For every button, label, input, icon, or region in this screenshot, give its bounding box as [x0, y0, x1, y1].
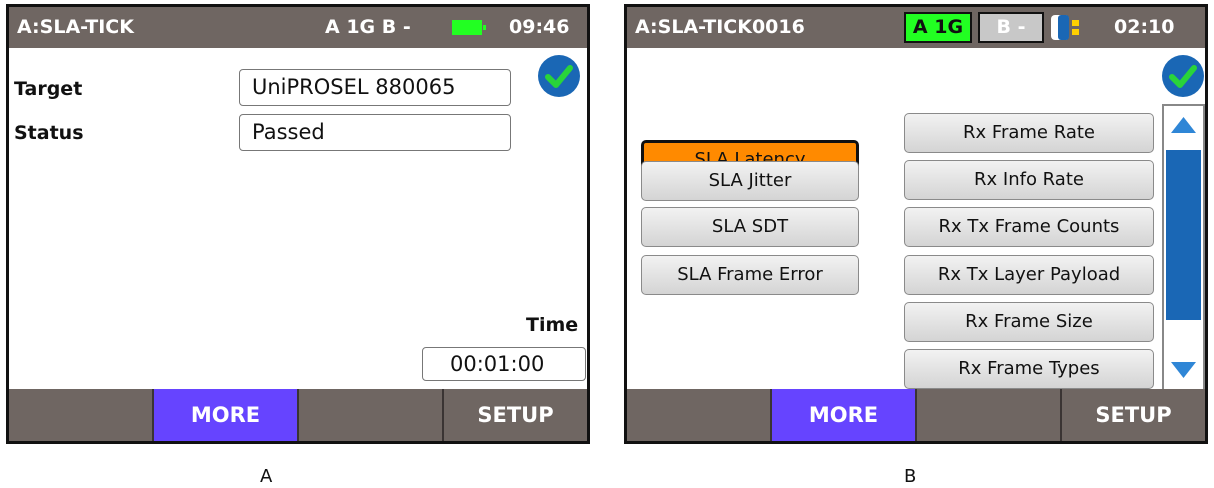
rx-frame-types-button[interactable]: Rx Frame Types — [904, 349, 1154, 389]
scrollbar[interactable] — [1162, 104, 1205, 391]
target-label: Target — [14, 78, 83, 100]
scroll-up-arrow-icon[interactable] — [1166, 110, 1201, 140]
port-b-badge: B - — [978, 12, 1044, 43]
setup-button[interactable]: SETUP — [444, 389, 587, 441]
time-label: Time — [526, 314, 579, 336]
title-bar: A:SLA-TICK0016 A 1G B - 02:10 — [627, 7, 1205, 48]
sfp-icon — [1050, 12, 1082, 43]
sla-jitter-button[interactable]: SLA Jitter — [641, 161, 859, 201]
port-status: A 1G B - — [325, 16, 411, 38]
port-a-badge: A 1G — [904, 12, 972, 43]
scroll-thumb[interactable] — [1166, 150, 1201, 320]
target-field[interactable]: UniPROSEL 880065 — [239, 69, 511, 106]
sla-sdt-button[interactable]: SLA SDT — [641, 207, 859, 247]
rx-frame-rate-button[interactable]: Rx Frame Rate — [904, 113, 1154, 153]
rx-frame-size-button[interactable]: Rx Frame Size — [904, 302, 1154, 342]
rx-info-rate-button[interactable]: Rx Info Rate — [904, 160, 1154, 200]
caption-a: A — [260, 466, 273, 487]
more-button[interactable]: MORE — [154, 389, 299, 441]
checkmark-icon — [1162, 55, 1204, 97]
time-field[interactable]: 00:01:00 — [422, 347, 586, 381]
more-button[interactable]: MORE — [772, 389, 917, 441]
softkey-1[interactable] — [627, 389, 772, 441]
screen-b-display: A:SLA-TICK0016 A 1G B - 02:10 SLA Latenc… — [627, 7, 1205, 441]
status-field[interactable]: Passed — [239, 114, 511, 151]
screen-a-display: A:SLA-TICK A 1G B - 09:46 Target UniPROS… — [9, 7, 587, 441]
title-bar: A:SLA-TICK A 1G B - 09:46 — [9, 7, 587, 48]
test-title: A:SLA-TICK0016 — [635, 16, 805, 38]
status-label: Status — [14, 122, 84, 144]
test-title: A:SLA-TICK — [17, 16, 134, 38]
softkey-bar: MORE SETUP — [627, 389, 1205, 441]
rx-tx-frame-counts-button[interactable]: Rx Tx Frame Counts — [904, 207, 1154, 247]
softkey-1[interactable] — [9, 389, 154, 441]
checkmark-icon — [538, 55, 580, 97]
softkey-3[interactable] — [917, 389, 1062, 441]
softkey-3[interactable] — [299, 389, 444, 441]
clock: 02:10 — [1114, 16, 1175, 38]
softkey-bar: MORE SETUP — [9, 389, 587, 441]
device-screen-a: A:SLA-TICK A 1G B - 09:46 Target UniPROS… — [6, 4, 590, 444]
scroll-down-arrow-icon[interactable] — [1166, 355, 1201, 385]
sla-frame-error-button[interactable]: SLA Frame Error — [641, 255, 859, 295]
clock: 09:46 — [509, 16, 570, 38]
setup-button[interactable]: SETUP — [1062, 389, 1205, 441]
rx-tx-layer-payload-button[interactable]: Rx Tx Layer Payload — [904, 255, 1154, 295]
device-screen-b: A:SLA-TICK0016 A 1G B - 02:10 SLA Latenc… — [624, 4, 1208, 444]
battery-icon — [452, 20, 486, 35]
caption-b: B — [904, 466, 917, 487]
